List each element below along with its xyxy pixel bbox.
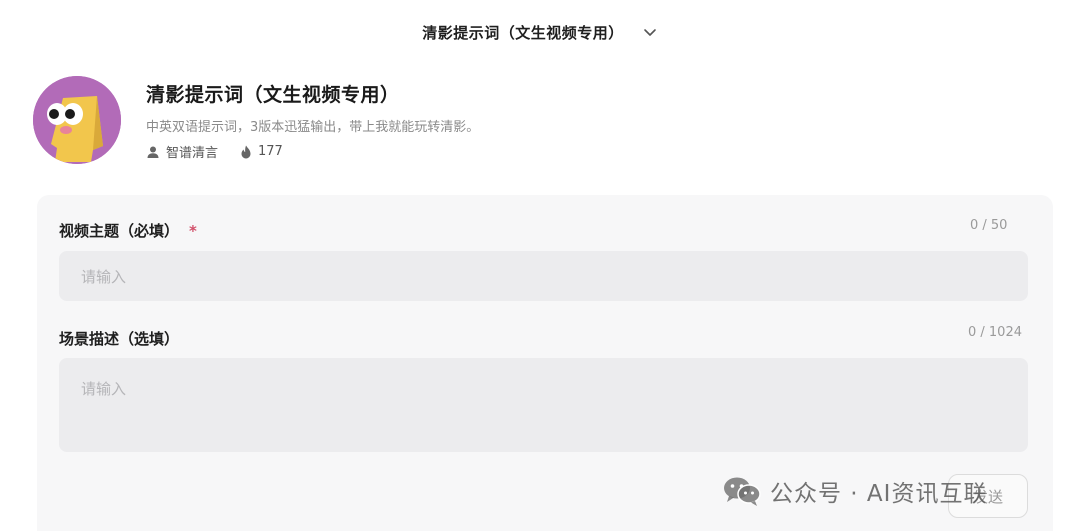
app-description: 中英双语提示词，3版本迅猛输出，带上我就能玩转清影。: [146, 120, 480, 135]
app-meta: 智谱清言 177: [146, 142, 305, 161]
required-mark: *: [189, 222, 197, 240]
scene-description-placeholder: 请输入: [81, 380, 127, 398]
wechat-watermark: 公众号 · AI资讯互联: [722, 474, 987, 508]
app-avatar: [33, 76, 121, 164]
robot-mascot-icon: [33, 76, 121, 164]
wechat-icon: [724, 477, 761, 506]
video-topic-label-text: 视频主题（必填）: [59, 222, 180, 240]
usage-meta: 177: [240, 144, 283, 159]
flame-icon: [241, 145, 251, 158]
author-name: 智谱清言: [166, 146, 219, 161]
video-topic-label: 视频主题（必填） *: [59, 220, 197, 241]
page: 清影提示词（文生视频专用） 清影提示词（文生视频专用） 中英双语提示词，3版本迅…: [0, 0, 1080, 531]
video-topic-placeholder: 请输入: [81, 268, 127, 286]
video-topic-input[interactable]: 请输入: [59, 251, 1028, 301]
user-icon: [147, 146, 159, 158]
usage-count: 177: [258, 144, 283, 159]
scene-description-label: 场景描述（选填）: [59, 330, 180, 348]
scene-description-counter: 0 / 1024: [968, 325, 1022, 340]
author-meta[interactable]: 智谱清言: [146, 142, 218, 161]
page-title: 清影提示词（文生视频专用）: [422, 23, 624, 42]
top-title-bar[interactable]: 清影提示词（文生视频专用）: [0, 18, 1080, 46]
scene-description-input[interactable]: 请输入: [59, 358, 1028, 452]
chevron-down-icon[interactable]: [642, 24, 658, 40]
watermark-text: 公众号 · AI资讯互联: [770, 481, 988, 507]
app-name: 清影提示词（文生视频专用）: [146, 84, 400, 106]
video-topic-counter: 0 / 50: [970, 218, 1008, 233]
